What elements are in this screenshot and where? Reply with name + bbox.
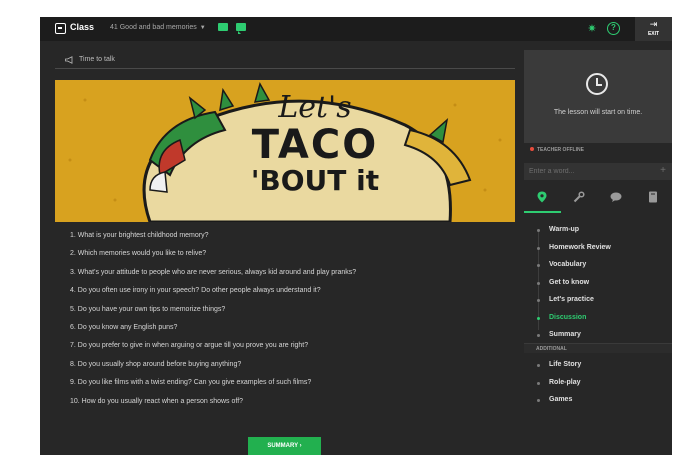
summary-button[interactable]: SUMMARY › [248, 437, 321, 455]
lesson-selector[interactable]: 41 Good and bad memories ▼ [110, 24, 206, 31]
step-warm-up[interactable]: Warm-up [524, 221, 672, 239]
logo-icon[interactable] [55, 23, 66, 34]
brand-name[interactable]: Class [70, 22, 94, 32]
screen-icon[interactable] [218, 23, 228, 31]
step-summary[interactable]: Summary [524, 326, 672, 344]
lesson-title: 41 Good and bad memories [110, 24, 197, 31]
question-item: 8. Do you usually shop around before buy… [70, 360, 242, 368]
chevron-down-icon: ▼ [199, 25, 206, 31]
teacher-status: TEACHER OFFLINE [530, 147, 584, 153]
word-search-input[interactable] [524, 163, 672, 180]
tab-chat[interactable] [598, 183, 635, 213]
step-dot-icon [537, 381, 540, 385]
lesson-start-notice: The lesson will start on time. [553, 109, 643, 116]
step-dot-icon [537, 264, 540, 267]
step-dot-icon [537, 316, 540, 320]
top-bar: Class 41 Good and bad memories ▼ ✷ ? ⇥ EX… [40, 17, 672, 41]
step-discussion[interactable]: Discussion [524, 309, 672, 327]
sidebar: The lesson will start on time. TEACHER O… [524, 50, 672, 455]
extra-label: Role-play [549, 378, 581, 386]
additional-header: ADDITIONAL [524, 343, 672, 353]
question-item: 1. What is your brightest childhood memo… [70, 232, 209, 239]
extra-label: Life Story [549, 361, 582, 368]
step-dot-icon [537, 364, 540, 367]
step-label: Vocabulary [549, 261, 587, 268]
step-homework-review[interactable]: Homework Review [524, 239, 672, 257]
question-item: 5. Do you have your own tips to memorize… [70, 305, 226, 313]
question-item: 3. What's your attitude to people who ar… [70, 268, 357, 276]
step-dot-icon [537, 281, 540, 285]
step-dot-icon [537, 399, 540, 402]
question-item: 6. Do you know any English puns? [70, 323, 178, 331]
chat-bubble-icon [610, 192, 622, 202]
banner-line-2: TACO [251, 122, 379, 168]
question-item: 7. Do you prefer to give in when arguing… [70, 342, 309, 350]
banner-line-1: Let's [278, 90, 352, 125]
section-header: Time to talk [55, 52, 515, 69]
help-icon[interactable]: ? [607, 22, 620, 35]
extra-label: Games [549, 396, 573, 403]
exit-label: EXIT [647, 31, 660, 37]
tab-tools[interactable] [561, 183, 598, 213]
question-item: 2. Which memories would you like to reli… [70, 250, 207, 258]
step-label: Warm-up [549, 226, 580, 233]
lesson-app: Class 41 Good and bad memories ▼ ✷ ? ⇥ EX… [40, 17, 672, 455]
banner-text: Let's TACO 'BOUT it [215, 92, 415, 196]
map-pin-icon [537, 191, 547, 203]
question-item: 9. Do you like films with a twist ending… [70, 379, 312, 387]
exit-icon: ⇥ [649, 19, 658, 29]
chat-icon[interactable] [236, 23, 246, 34]
section-title: Time to talk [79, 56, 115, 63]
additional-list: Life Story Role-play Games [524, 356, 672, 409]
wrench-icon [573, 191, 585, 203]
step-dot-icon [537, 334, 540, 337]
step-label: Discussion [549, 313, 587, 321]
extra-games[interactable]: Games [524, 391, 672, 409]
status-dot-icon [530, 147, 534, 151]
banner-line-3: 'BOUT it [250, 164, 380, 197]
tab-lesson-plan[interactable] [524, 183, 561, 213]
exit-button[interactable]: ⇥ EXIT [635, 17, 672, 41]
lightbulb-icon[interactable]: ✷ [585, 22, 599, 36]
clock-icon [586, 73, 608, 95]
step-dot-icon [537, 299, 540, 302]
step-dot-icon [537, 229, 540, 232]
notebook-icon [649, 191, 657, 203]
lesson-steps: Warm-up Homework Review Vocabulary Get t… [524, 221, 672, 344]
step-label: Let's practice [549, 296, 594, 303]
step-label: Get to know [549, 278, 590, 286]
step-vocabulary[interactable]: Vocabulary [524, 256, 672, 274]
step-get-to-know[interactable]: Get to know [524, 274, 672, 292]
step-dot-icon [537, 246, 540, 250]
tab-notes[interactable] [635, 183, 672, 213]
extra-role-play[interactable]: Role-play [524, 374, 672, 392]
step-label: Homework Review [549, 243, 611, 251]
megaphone-icon [65, 56, 73, 64]
step-label: Summary [549, 331, 581, 338]
step-lets-practice[interactable]: Let's practice [524, 291, 672, 309]
question-item: 10. How do you usually react when a pers… [70, 397, 244, 405]
extra-life-story[interactable]: Life Story [524, 356, 672, 374]
add-word-icon[interactable]: + [660, 165, 666, 176]
video-preview: The lesson will start on time. [524, 50, 672, 143]
lesson-banner-image: Let's TACO 'BOUT it [55, 80, 515, 222]
question-item: 4. Do you often use irony in your speech… [70, 287, 321, 295]
teacher-status-label: TEACHER OFFLINE [537, 147, 584, 153]
question-list: 1. What is your brightest childhood memo… [70, 231, 356, 415]
sidebar-tabs [524, 183, 672, 213]
